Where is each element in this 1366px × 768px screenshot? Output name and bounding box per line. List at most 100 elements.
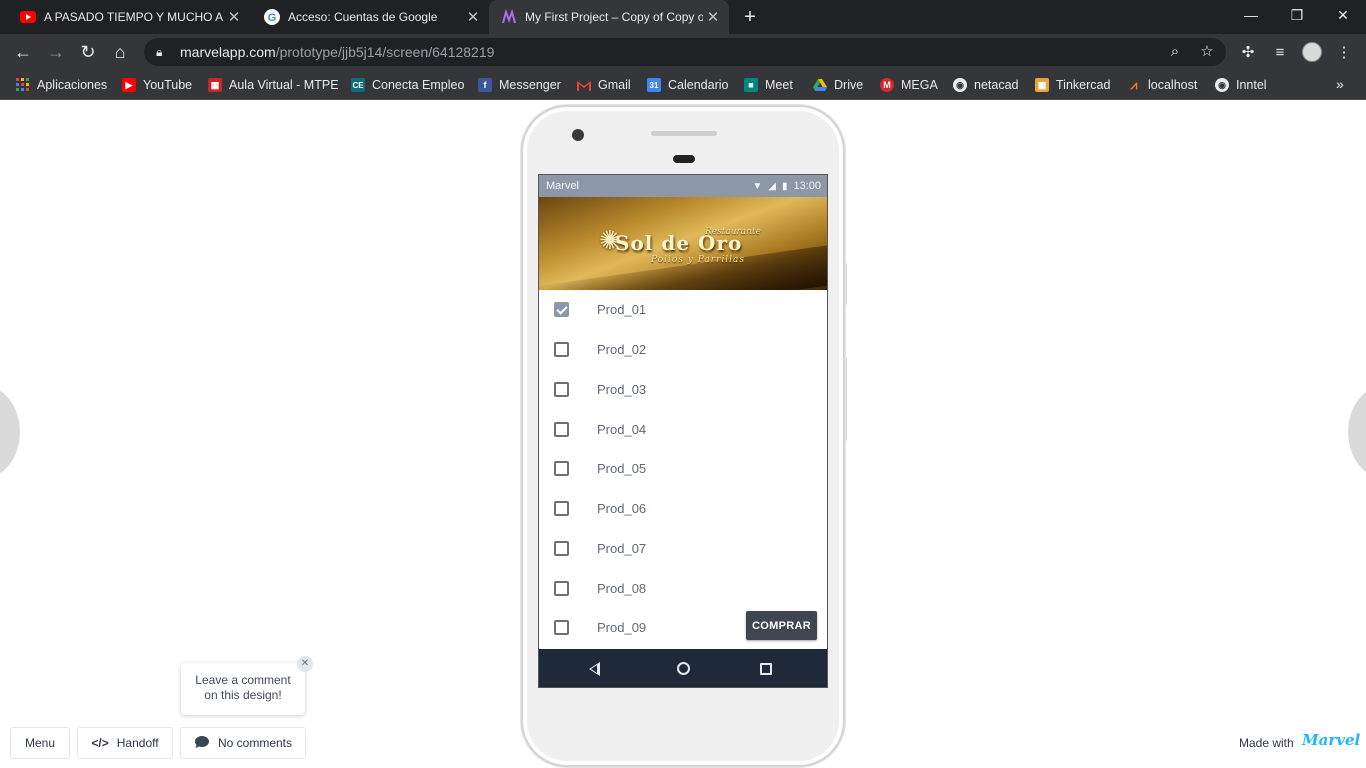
bookmark-label: Conecta Empleo — [372, 78, 465, 92]
bookmark-youtube[interactable]: ▶ YouTube — [122, 76, 192, 94]
checkbox[interactable] — [554, 421, 569, 437]
star-icon[interactable]: ☆ — [1198, 43, 1216, 61]
recent-apps-icon[interactable] — [760, 663, 772, 675]
ce-icon: CE — [351, 78, 365, 92]
address-bar[interactable]: 🔒︎ marvelapp.com/prototype/jjb5j14/scree… — [144, 38, 1226, 66]
sensor — [673, 155, 695, 163]
checkbox[interactable] — [554, 381, 569, 397]
checkbox[interactable] — [554, 342, 569, 358]
menu-dots-icon[interactable]: ⋮ — [1334, 43, 1354, 63]
bookmark-conecta-empleo[interactable]: CE Conecta Empleo — [351, 76, 464, 94]
restaurant-banner: ✺ Restaurante Sol de Oro Pollos y Parril… — [539, 197, 827, 290]
battery-icon: ▮ — [781, 180, 788, 192]
next-screen-button[interactable] — [1348, 385, 1366, 479]
minimize-icon[interactable]: — — [1228, 0, 1274, 30]
forward-icon[interactable]: → — [43, 39, 69, 65]
bookmark-drive[interactable]: Drive — [813, 76, 863, 94]
close-icon[interactable]: ✕ — [703, 8, 723, 26]
more-bookmarks-icon[interactable]: » — [1336, 76, 1344, 92]
checkbox[interactable] — [554, 461, 569, 477]
extensions-icon[interactable]: ✣ — [1238, 43, 1258, 63]
bookmark-messenger[interactable]: f Messenger — [478, 76, 561, 94]
close-icon[interactable]: ✕ — [463, 8, 483, 26]
tab-title: A PASADO TIEMPO Y MUCHO A — [44, 10, 224, 24]
avatar[interactable] — [1302, 42, 1322, 62]
bookmark-localhost[interactable]: ⩘ localhost — [1127, 76, 1198, 94]
close-icon[interactable]: ✕ — [297, 656, 313, 672]
tab-youtube[interactable]: A PASADO TIEMPO Y MUCHO A ✕ — [0, 0, 250, 34]
xampp-icon: ⩘ — [1130, 77, 1138, 92]
restore-icon[interactable]: ❐ — [1274, 0, 1320, 30]
reload-icon[interactable]: ↻ — [75, 39, 101, 65]
home-icon[interactable] — [677, 662, 690, 675]
checkbox[interactable] — [554, 501, 569, 517]
product-label: Prod_05 — [597, 461, 647, 477]
tab-title: My First Project – Copy of Copy o — [525, 10, 703, 24]
buy-button[interactable]: COMPRAR — [746, 611, 817, 640]
bookmark-aula-virtual[interactable]: ▦ Aula Virtual - MTPE — [208, 76, 339, 94]
tab-title: Acceso: Cuentas de Google — [288, 10, 438, 24]
close-icon[interactable]: ✕ — [224, 8, 244, 26]
google-icon: G — [264, 9, 280, 25]
list-item[interactable]: Prod_06 — [539, 489, 827, 529]
tinkercad-icon: ▦ — [1035, 78, 1049, 92]
bookmark-gmail[interactable]: Gmail — [577, 76, 631, 94]
list-item[interactable]: Prod_01 — [539, 290, 827, 330]
checkbox[interactable] — [554, 580, 569, 596]
bookmark-label: Messenger — [499, 78, 561, 92]
checkbox[interactable] — [554, 540, 569, 556]
checkbox[interactable] — [554, 620, 569, 636]
comments-label: No comments — [217, 736, 293, 750]
back-icon[interactable] — [589, 662, 600, 676]
wifi-icon: ▼ — [752, 180, 763, 192]
bookmark-meet[interactable]: ■ Meet — [744, 76, 793, 94]
zoom-icon[interactable]: ⌕ — [1166, 43, 1184, 61]
bookmark-apps[interactable]: Aplicaciones — [16, 76, 107, 94]
bookmark-label: MEGA — [901, 78, 938, 92]
marvel-icon — [501, 9, 517, 25]
product-label: Prod_06 — [597, 501, 647, 517]
product-list: Prod_01 Prod_02 Prod_03 Prod_04 Prod_05 … — [539, 290, 827, 648]
back-icon[interactable]: ← — [10, 39, 36, 65]
comment-line-1: Leave a comment — [195, 673, 291, 687]
carrier-label: Marvel — [546, 180, 580, 192]
clock-label: 13:00 — [793, 180, 821, 192]
window-close-icon[interactable]: ✕ — [1320, 0, 1366, 30]
svg-text:G: G — [268, 12, 277, 24]
handoff-label: Handoff — [116, 736, 159, 750]
menu-button[interactable]: Menu — [10, 727, 70, 759]
list-item[interactable]: Prod_03 — [539, 370, 827, 410]
media-control-icon[interactable]: ≡ — [1270, 43, 1290, 63]
youtube-icon: ▶ — [122, 78, 136, 92]
checkbox[interactable] — [554, 302, 569, 318]
bookmark-inntel[interactable]: ◉ Inntel — [1215, 76, 1267, 94]
home-icon[interactable]: ⌂ — [107, 39, 133, 65]
handoff-button[interactable]: </> Handoff — [77, 727, 173, 759]
comment-prompt[interactable]: Leave a comment on this design! — [181, 663, 305, 715]
bookmark-mega[interactable]: M MEGA — [880, 76, 938, 94]
tab-marvel[interactable]: My First Project – Copy of Copy o ✕ — [489, 0, 729, 34]
product-label: Prod_02 — [597, 342, 647, 358]
product-label: Prod_07 — [597, 540, 647, 556]
bookmark-tinkercad[interactable]: ▦ Tinkercad — [1035, 76, 1110, 94]
comments-button[interactable]: No comments — [180, 727, 306, 759]
marvel-logo[interactable]: Marvel — [1302, 731, 1360, 749]
camera — [572, 129, 584, 141]
list-item[interactable]: Prod_05 — [539, 449, 827, 489]
bookmark-netacad[interactable]: ◉ netacad — [953, 76, 1018, 94]
tab-google[interactable]: G Acceso: Cuentas de Google ✕ — [244, 0, 489, 34]
list-item[interactable]: Prod_04 — [539, 409, 827, 449]
new-tab-icon[interactable]: + — [738, 5, 762, 29]
list-item[interactable]: Prod_08 — [539, 568, 827, 608]
list-item[interactable]: Prod_07 — [539, 529, 827, 569]
previous-screen-button[interactable] — [0, 385, 20, 479]
browser-toolbar: ← → ↻ ⌂ 🔒︎ marvelapp.com/prototype/jjb5j… — [0, 34, 1366, 70]
signal-icon: ◢ — [768, 180, 776, 192]
bookmark-label: YouTube — [143, 78, 193, 92]
banner-subtitle: Pollos y Parrillas — [651, 255, 745, 265]
bookmark-label: Calendario — [668, 78, 729, 92]
bookmark-calendario[interactable]: 31 Calendario — [647, 76, 728, 94]
bookmark-label: Meet — [765, 78, 793, 92]
list-item[interactable]: Prod_02 — [539, 330, 827, 370]
lock-icon: 🔒︎ — [156, 44, 163, 59]
